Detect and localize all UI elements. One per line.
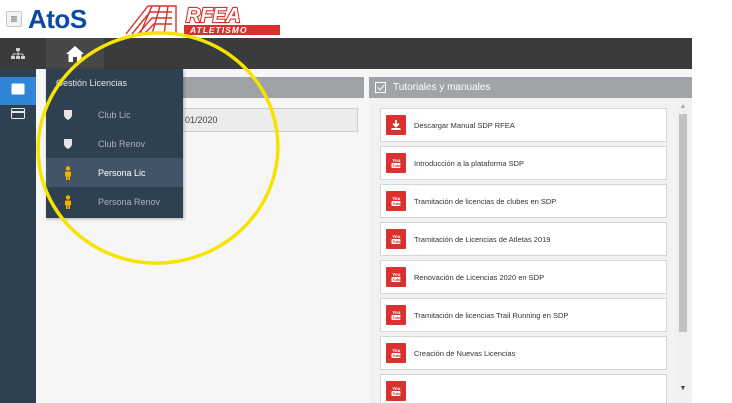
scroll-up-arrow-icon[interactable]: ▲ xyxy=(677,100,689,112)
date-text: 01/2020 xyxy=(185,115,218,125)
tutorial-item-label: Tramitación de Licencias de Atletas 2019 xyxy=(414,234,551,244)
id-card-icon xyxy=(11,82,25,100)
download-icon xyxy=(386,115,406,135)
svg-text:Tube: Tube xyxy=(392,163,402,168)
app-window: ≡ AtoS RFEA RFEA ATLETISMO 01/2020 Tutor… xyxy=(0,0,732,403)
tutorial-item[interactable]: You Tube Introducción a la plataforma SDP xyxy=(380,146,667,180)
youtube-icon: You Tube xyxy=(386,229,406,249)
svg-text:RFEA: RFEA xyxy=(186,5,240,27)
tutorial-item-label: Introducción a la plataforma SDP xyxy=(414,158,525,168)
youtube-icon: You Tube xyxy=(386,267,406,287)
youtube-icon: You Tube xyxy=(386,305,406,325)
licencias-flyout-menu: Gestión Licencias Club Lic Club Renov Pers… xyxy=(46,69,183,218)
tutorial-item-label: Tramitación de licencias de clubes en SD… xyxy=(414,196,557,206)
checkbox-icon xyxy=(375,82,386,93)
youtube-icon: You Tube xyxy=(386,191,406,211)
tutorial-item[interactable]: Descargar Manual SDP RFEA xyxy=(380,108,667,142)
flyout-item[interactable]: Persona Renov xyxy=(46,187,183,216)
sitemap-icon[interactable] xyxy=(0,38,36,69)
tutorial-item-label: Renovación de Licencias 2020 en SDP xyxy=(414,272,545,282)
svg-text:Tube: Tube xyxy=(392,353,402,358)
tutorial-item[interactable]: You Tube Tramitación de licencias de clube… xyxy=(380,184,667,218)
tutorial-item[interactable]: You Tube xyxy=(380,374,667,403)
app-header: ≡ AtoS RFEA RFEA ATLETISMO xyxy=(0,0,732,38)
credit-card-icon xyxy=(11,106,25,124)
rfea-logo: RFEA RFEA ATLETISMO xyxy=(125,4,280,35)
shield-icon xyxy=(62,109,74,121)
tutorials-title: Tutoriales y manuales xyxy=(393,82,491,93)
tutorial-item-label: Tramitación de licencias Trail Running e… xyxy=(414,310,569,320)
svg-text:Tube: Tube xyxy=(392,201,402,206)
flyout-item-label: Club Lic xyxy=(98,109,131,120)
flyout-item-label: Club Renov xyxy=(98,138,146,149)
svg-text:Tube: Tube xyxy=(392,391,402,396)
date-field: 01/2020 xyxy=(180,108,358,132)
youtube-icon: You Tube xyxy=(386,381,406,401)
tutorial-item[interactable]: You Tube Tramitación de licencias Trail Ru… xyxy=(380,298,667,332)
tutorials-list: Descargar Manual SDP RFEA You Tube Introduc… xyxy=(380,108,667,403)
youtube-icon: You Tube xyxy=(386,153,406,173)
svg-text:Tube: Tube xyxy=(392,315,402,320)
flyout-item-label: Persona Lic xyxy=(98,167,146,178)
tutorial-item[interactable]: You Tube Renovación de Licencias 2020 en S… xyxy=(380,260,667,294)
flyout-item[interactable]: Club Lic xyxy=(46,100,183,129)
flyout-item[interactable]: Club Renov xyxy=(46,129,183,158)
svg-text:ATLETISMO: ATLETISMO xyxy=(189,25,247,35)
youtube-icon: You Tube xyxy=(386,343,406,363)
atos-logo: AtoS xyxy=(28,4,87,34)
person-icon xyxy=(62,194,74,209)
scroll-down-arrow-icon[interactable]: ▼ xyxy=(677,382,689,394)
flyout-title: Gestión Licencias xyxy=(56,78,128,88)
tutorial-item-label: Creación de Nuevas Licencias xyxy=(414,348,516,358)
flyout-item-label: Persona Renov xyxy=(98,196,161,207)
rail-item-pagos[interactable] xyxy=(0,101,36,129)
tutorial-item[interactable]: You Tube Creación de Nuevas Licencias xyxy=(380,336,667,370)
tutorials-panel-header: Tutoriales y manuales xyxy=(369,77,692,98)
svg-text:Tube: Tube xyxy=(392,239,402,244)
person-icon xyxy=(62,165,74,180)
home-icon[interactable] xyxy=(46,38,104,69)
flyout-item[interactable]: Persona Lic xyxy=(46,158,183,187)
hamburger-icon[interactable]: ≡ xyxy=(6,11,22,27)
tutorial-item[interactable]: You Tube Tramitación de Licencias de Atlet… xyxy=(380,222,667,256)
svg-text:Tube: Tube xyxy=(392,277,402,282)
shield-icon xyxy=(62,138,74,150)
scrollbar-thumb[interactable] xyxy=(679,114,687,332)
tutorial-item-label: Descargar Manual SDP RFEA xyxy=(414,120,515,130)
